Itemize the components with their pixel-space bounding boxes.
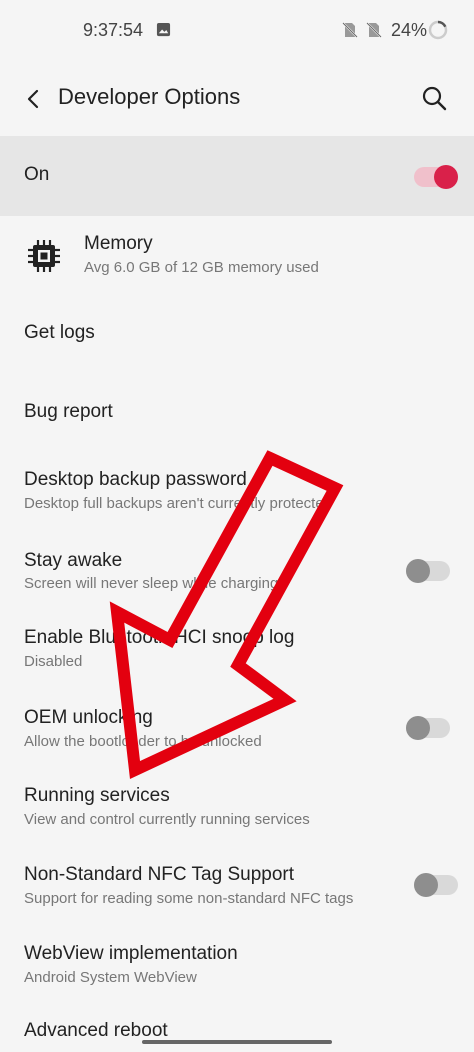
developer-options-toggle[interactable]	[414, 165, 458, 189]
setting-title: Desktop backup password	[24, 469, 247, 490]
search-icon[interactable]	[420, 84, 448, 112]
status-time: 9:37:54	[83, 20, 144, 40]
setting-title: Enable Bluetooth HCI snoop log	[24, 627, 295, 648]
toggle-thumb	[406, 716, 430, 740]
setting-title: OEM unlocking	[24, 707, 153, 728]
nfc-support-toggle[interactable]	[414, 873, 458, 897]
stay-awake-toggle[interactable]	[406, 559, 450, 583]
setting-title: Non-Standard NFC Tag Support	[24, 864, 295, 885]
setting-subtitle: Screen will never sleep while charging	[24, 575, 279, 592]
no-sim-icon	[342, 22, 358, 38]
toggle-thumb	[414, 873, 438, 897]
gesture-nav-handle[interactable]	[142, 1040, 332, 1044]
no-sim-icon	[366, 22, 382, 38]
setting-desktop-backup-password[interactable]	[0, 455, 474, 527]
setting-subtitle: Disabled	[24, 653, 83, 670]
battery-percentage: 24%	[391, 20, 428, 40]
setting-subtitle: Support for reading some non-standard NF…	[24, 890, 354, 907]
setting-title: Advanced reboot	[24, 1020, 168, 1041]
battery-ring-icon	[428, 20, 448, 40]
setting-subtitle: Desktop full backups aren't currently pr…	[24, 495, 333, 512]
setting-non-standard-nfc[interactable]	[0, 850, 474, 922]
setting-title: Stay awake	[24, 550, 123, 571]
setting-title: Get logs	[24, 322, 95, 343]
page-title: Developer Options	[58, 84, 241, 109]
master-switch-label: On	[24, 164, 50, 185]
back-arrow-icon[interactable]	[18, 84, 48, 114]
setting-title: Running services	[24, 785, 170, 806]
toggle-thumb	[406, 559, 430, 583]
setting-subtitle: Avg 6.0 GB of 12 GB memory used	[84, 259, 319, 276]
setting-title: Memory	[84, 233, 153, 254]
status-bar: 9:37:54 24%	[0, 0, 474, 62]
app-bar: Developer Options	[0, 62, 474, 134]
setting-subtitle: View and control currently running servi…	[24, 811, 310, 828]
oem-unlocking-toggle[interactable]	[406, 716, 450, 740]
toggle-thumb	[434, 165, 458, 189]
setting-title: WebView implementation	[24, 943, 238, 964]
setting-title: Bug report	[24, 401, 113, 422]
setting-subtitle: Allow the bootloader to be unlocked	[24, 733, 262, 750]
developer-options-master-switch-row[interactable]: On	[0, 136, 474, 216]
memory-chip-icon	[28, 240, 60, 272]
gallery-icon	[156, 22, 171, 37]
setting-subtitle: Android System WebView	[24, 969, 197, 986]
